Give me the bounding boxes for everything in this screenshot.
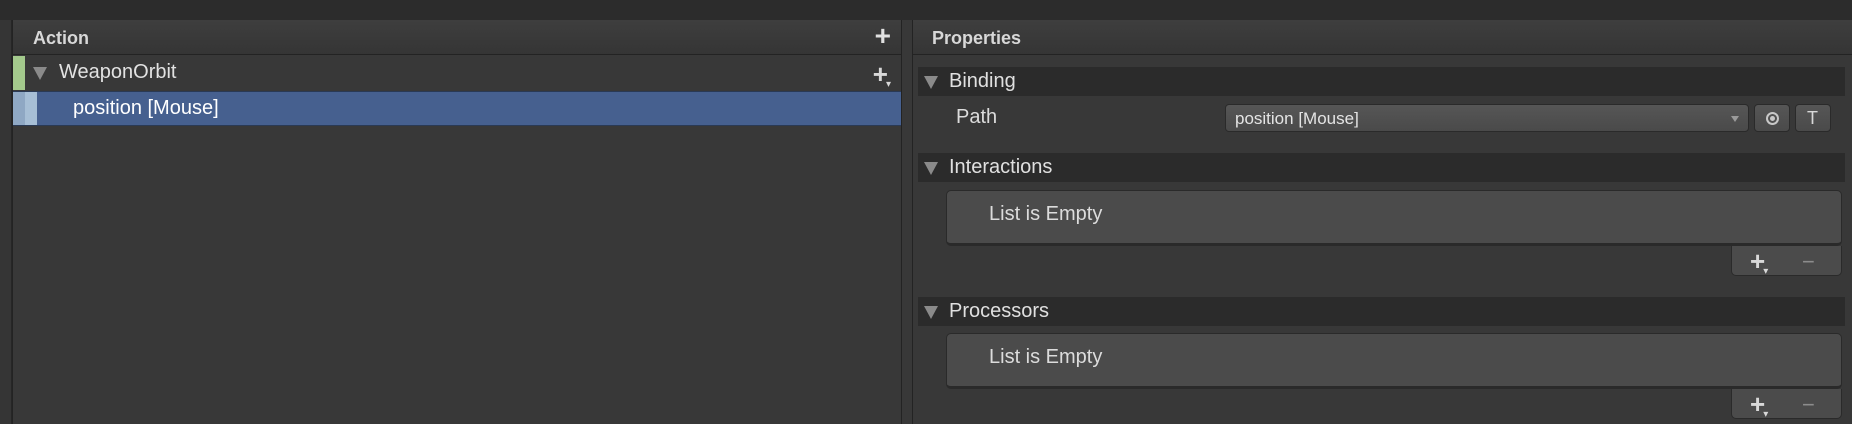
binding-label: position [Mouse] xyxy=(73,97,219,119)
interactions-section-header[interactable]: Interactions xyxy=(918,153,1845,182)
listen-button[interactable] xyxy=(1754,104,1790,132)
action-color-swatch xyxy=(13,56,25,90)
remove-processor-button[interactable]: − xyxy=(1802,392,1815,418)
interactions-empty-text: List is Empty xyxy=(989,203,1103,225)
expand-triangle-icon[interactable] xyxy=(33,67,47,80)
interactions-list: List is Empty xyxy=(946,190,1842,246)
binding-section-header[interactable]: Binding xyxy=(918,67,1845,96)
action-label: WeaponOrbit xyxy=(59,61,177,83)
processors-fold-triangle-icon[interactable] xyxy=(924,306,938,319)
action-panel: Action + WeaponOrbit +▾ position [Mouse] xyxy=(12,20,902,424)
top-toolbar-strip xyxy=(0,0,1852,20)
processors-section-header[interactable]: Processors xyxy=(918,297,1845,326)
properties-panel-title: Properties xyxy=(932,28,1022,48)
binding-section-title: Binding xyxy=(949,70,1016,92)
processors-empty-text: List is Empty xyxy=(989,346,1103,368)
left-gutter xyxy=(0,20,12,424)
processors-list-footer: +▾ − xyxy=(1731,389,1842,420)
processors-section-title: Processors xyxy=(949,300,1050,322)
t-icon: T xyxy=(1807,108,1818,128)
add-interaction-button[interactable]: +▾ xyxy=(1750,246,1770,277)
record-dot xyxy=(1770,116,1775,121)
properties-panel-header: Properties xyxy=(913,20,1852,55)
binding-indent-swatch xyxy=(13,92,25,125)
add-action-button[interactable]: + xyxy=(875,22,891,50)
action-panel-header: Action + xyxy=(13,20,901,55)
binding-color-swatch xyxy=(25,92,37,125)
path-label: Path xyxy=(956,106,998,128)
processors-list: List is Empty xyxy=(946,333,1842,389)
path-dropdown[interactable]: position [Mouse] xyxy=(1225,104,1749,132)
action-row-weaponorbit[interactable]: WeaponOrbit +▾ xyxy=(13,56,901,90)
binding-fold-triangle-icon[interactable] xyxy=(924,76,938,89)
chevron-down-icon xyxy=(1731,116,1739,122)
action-panel-title: Action xyxy=(33,28,89,48)
interactions-section-title: Interactions xyxy=(949,156,1053,178)
text-mode-button[interactable]: T xyxy=(1795,104,1831,132)
path-dropdown-value: position [Mouse] xyxy=(1235,109,1359,128)
binding-row-selected[interactable]: position [Mouse] xyxy=(13,91,901,126)
add-processor-button[interactable]: +▾ xyxy=(1750,389,1770,420)
properties-panel: Properties Binding Path position [Mouse]… xyxy=(912,20,1852,424)
add-binding-button[interactable]: +▾ xyxy=(873,59,893,90)
remove-interaction-button[interactable]: − xyxy=(1802,249,1815,275)
interactions-list-footer: +▾ − xyxy=(1731,246,1842,277)
interactions-fold-triangle-icon[interactable] xyxy=(924,162,938,175)
